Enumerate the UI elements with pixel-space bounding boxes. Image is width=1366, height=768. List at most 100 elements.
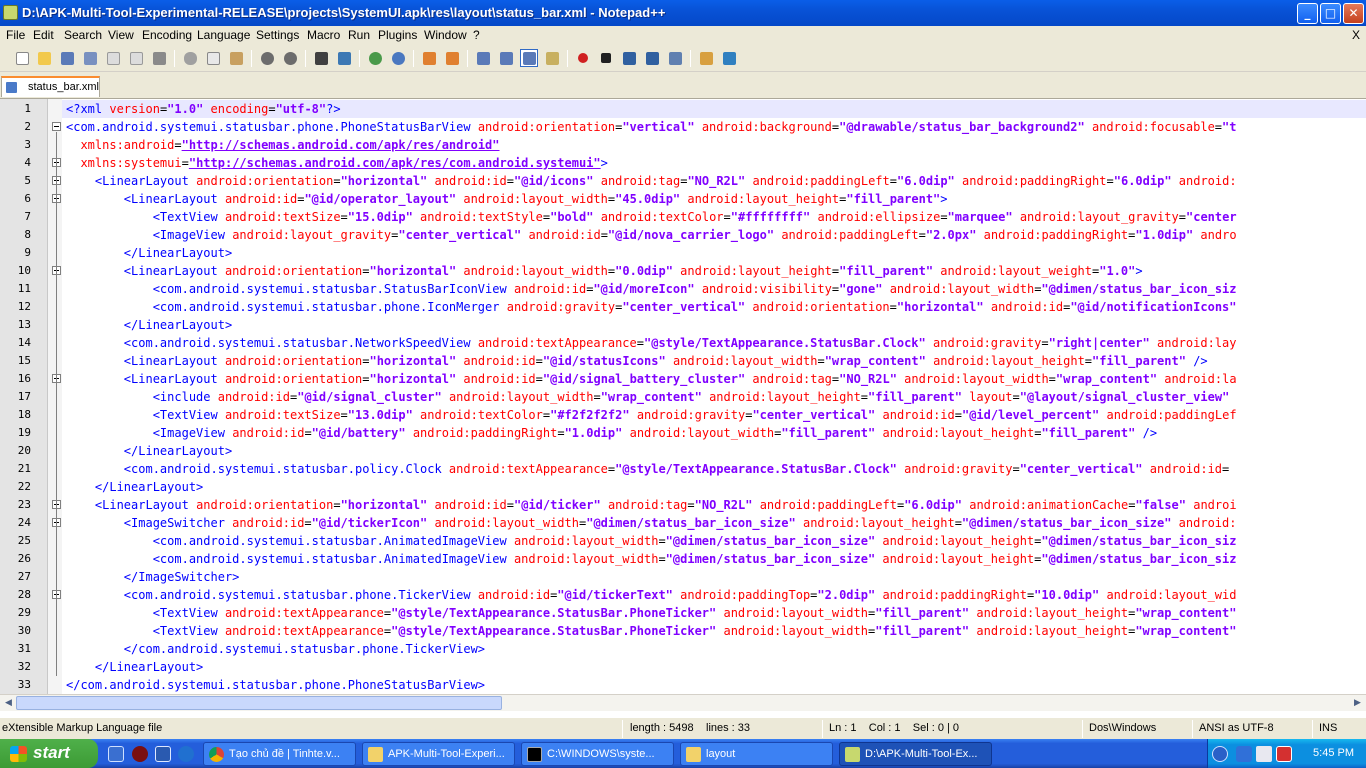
code-line[interactable]: <include android:id = "@id/signal_cluster"…	[66, 388, 1230, 406]
code-text-area[interactable]: <?xml version="1.0" encoding="utf-8"?> <c…	[62, 99, 1366, 694]
code-line[interactable]: xmlns:android="http://schemas.android.co…	[66, 136, 499, 154]
code-line[interactable]: <ImageSwitcher android:id="@id/tickerIco…	[66, 514, 1237, 532]
quicklaunch-media-icon[interactable]	[178, 746, 194, 762]
tray-expand-icon[interactable]	[1212, 746, 1228, 762]
spell-check-icon[interactable]	[720, 49, 738, 67]
replace-icon[interactable]	[335, 49, 353, 67]
code-line[interactable]: </LinearLayout>	[66, 658, 203, 676]
close-document-button[interactable]: X	[1352, 28, 1360, 42]
launch-browser-icon[interactable]	[697, 49, 715, 67]
close-file-icon[interactable]	[104, 49, 122, 67]
taskbar-item-cmd[interactable]: C:\WINDOWS\syste...	[521, 742, 674, 766]
cut-icon[interactable]	[181, 49, 199, 67]
code-line[interactable]: <ImageView android:layout_gravity = "cente…	[66, 226, 1237, 244]
show-desktop-icon[interactable]	[108, 746, 124, 762]
tray-clock[interactable]: 5:45 PM	[1313, 747, 1354, 759]
find-icon[interactable]	[312, 49, 330, 67]
show-all-chars-icon[interactable]	[497, 49, 515, 67]
notepadpp-app-icon[interactable]	[3, 5, 18, 20]
quicklaunch-app-icon[interactable]	[132, 746, 148, 762]
tab-status-bar-xml[interactable]: status_bar.xml	[1, 76, 100, 97]
code-line[interactable]: <?xml version="1.0" encoding="utf-8"?>	[62, 100, 1366, 118]
menu-settings[interactable]: Settings	[256, 28, 299, 42]
scroll-right-arrow-icon[interactable]: ▶	[1350, 696, 1365, 710]
save-macro-icon[interactable]	[666, 49, 684, 67]
stop-macro-icon[interactable]	[597, 49, 615, 67]
code-line[interactable]: <com.android.systemui.statusbar.Animated…	[66, 550, 1237, 568]
code-line[interactable]: <LinearLayout android:orientation="horiz…	[66, 496, 1237, 514]
menu-plugins[interactable]: Plugins	[378, 28, 417, 42]
code-line[interactable]: </LinearLayout>	[66, 244, 232, 262]
network-icon[interactable]	[1236, 746, 1252, 762]
quicklaunch-shield-icon[interactable]	[155, 746, 171, 762]
code-line[interactable]: </LinearLayout>	[66, 442, 232, 460]
code-line[interactable]: <com.android.systemui.statusbar.NetworkS…	[66, 334, 1237, 352]
taskbar-item-folder-layout[interactable]: layout	[680, 742, 833, 766]
open-file-icon[interactable]	[35, 49, 53, 67]
title-bar[interactable]: D:\APK-Multi-Tool-Experimental-RELEASE\p…	[0, 0, 1366, 26]
code-line[interactable]: <com.android.systemui.statusbar.policy.C…	[66, 460, 1229, 478]
code-line[interactable]: <com.android.systemui.statusbar.phone.Ic…	[66, 298, 1237, 316]
code-line[interactable]: </com.android.systemui.statusbar.phone.T…	[66, 640, 485, 658]
copy-icon[interactable]	[204, 49, 222, 67]
code-line[interactable]: <TextView android:textSize="13.0dip" and…	[66, 406, 1237, 424]
close-button[interactable]: ✕	[1343, 3, 1364, 24]
code-line[interactable]: <LinearLayout android:orientation="horiz…	[66, 172, 1237, 190]
code-line[interactable]: <com.android.systemui.statusbar.phone.Ti…	[66, 586, 1237, 604]
redo-icon[interactable]	[281, 49, 299, 67]
code-line[interactable]: <LinearLayout android:orientation="horiz…	[66, 370, 1237, 388]
undo-icon[interactable]	[258, 49, 276, 67]
code-line[interactable]: <com.android.systemui.statusbar.phone.Ph…	[66, 118, 1236, 136]
doc-map-icon[interactable]	[543, 49, 561, 67]
new-file-icon[interactable]	[13, 49, 31, 67]
run-macro-multiple-icon[interactable]	[643, 49, 661, 67]
start-button[interactable]: start	[0, 739, 98, 768]
menu-edit[interactable]: Edit	[33, 28, 54, 42]
menu-encoding[interactable]: Encoding	[142, 28, 192, 42]
close-all-icon[interactable]	[127, 49, 145, 67]
code-line[interactable]: <com.android.systemui.statusbar.Animated…	[66, 532, 1237, 550]
horizontal-scrollbar[interactable]: ◀ ▶	[0, 694, 1366, 711]
code-line[interactable]: <TextView android:textAppearance="@style…	[66, 604, 1237, 622]
record-macro-icon[interactable]	[574, 49, 592, 67]
code-line[interactable]: <TextView android:textAppearance="@style…	[66, 622, 1237, 640]
code-line[interactable]: <LinearLayout android:id="@id/operator_l…	[66, 190, 948, 208]
save-icon[interactable]	[58, 49, 76, 67]
code-line[interactable]: xmlns:systemui="http://schemas.android.c…	[66, 154, 607, 172]
fold-margin[interactable]	[48, 99, 62, 694]
menu-language[interactable]: Language	[197, 28, 250, 42]
play-macro-icon[interactable]	[620, 49, 638, 67]
sync-vertical-icon[interactable]	[420, 49, 438, 67]
code-editor[interactable]: 1 2 3 4 5 6 7 8 9 10 11 12 13 14 15 16 17 18 19 20 21 22 23 24 2…	[0, 98, 1366, 694]
code-line[interactable]: </LinearLayout>	[66, 316, 232, 334]
taskbar-item-notepadpp[interactable]: D:\APK-Multi-Tool-Ex...	[839, 742, 992, 766]
scroll-left-arrow-icon[interactable]: ◀	[1, 696, 16, 710]
scrollbar-thumb[interactable]	[16, 696, 502, 710]
zoom-out-icon[interactable]	[389, 49, 407, 67]
code-line[interactable]: <com.android.systemui.statusbar.StatusBa…	[66, 280, 1237, 298]
taskbar-item-chrome[interactable]: Tạo chủ đề | Tinhte.v...	[203, 742, 356, 766]
menu-help[interactable]: ?	[473, 28, 480, 42]
menu-file[interactable]: File	[6, 28, 25, 42]
menu-view[interactable]: View	[108, 28, 134, 42]
code-line[interactable]: <LinearLayout android:orientation="horiz…	[66, 352, 1208, 370]
print-icon[interactable]	[150, 49, 168, 67]
security-shield-icon[interactable]	[1256, 746, 1272, 762]
indent-guide-icon[interactable]	[520, 49, 538, 67]
code-line[interactable]: <LinearLayout android:orientation="horiz…	[66, 262, 1143, 280]
menu-macro[interactable]: Macro	[307, 28, 340, 42]
sync-horizontal-icon[interactable]	[443, 49, 461, 67]
taskbar-item-folder-apk[interactable]: APK-Multi-Tool-Experi...	[362, 742, 515, 766]
code-line[interactable]: </com.android.systemui.statusbar.phone.P…	[66, 676, 485, 694]
maximize-button[interactable]: □	[1320, 3, 1341, 24]
menu-window[interactable]: Window	[424, 28, 467, 42]
minimize-button[interactable]: _	[1297, 3, 1318, 24]
zoom-in-icon[interactable]	[366, 49, 384, 67]
code-line[interactable]: <TextView android:textSize="15.0dip" and…	[66, 208, 1237, 226]
code-line[interactable]: <ImageView android:id="@id/battery" andr…	[66, 424, 1157, 442]
word-wrap-icon[interactable]	[474, 49, 492, 67]
menu-run[interactable]: Run	[348, 28, 370, 42]
code-line[interactable]: </LinearLayout>	[66, 478, 203, 496]
paste-icon[interactable]	[227, 49, 245, 67]
code-line[interactable]: </ImageSwitcher>	[66, 568, 240, 586]
